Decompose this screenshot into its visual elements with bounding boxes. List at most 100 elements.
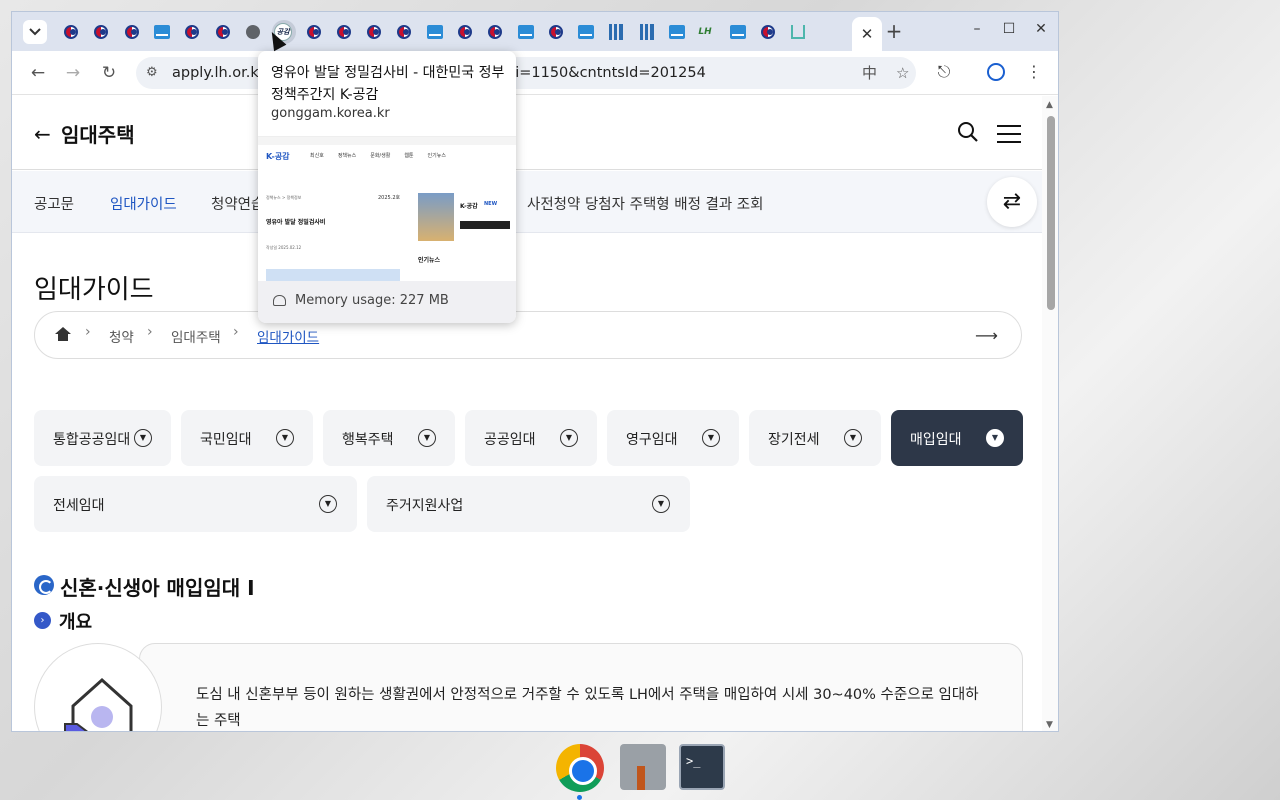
gov-favicon-icon [185, 25, 200, 39]
globe-favicon-icon [245, 25, 260, 39]
category-tab[interactable]: 행복주택 ▼ [323, 410, 455, 466]
tab-18[interactable] [571, 19, 601, 45]
chevron-down-icon: ▼ [844, 429, 862, 447]
tab-1[interactable] [56, 19, 86, 45]
scroll-up-arrow-icon[interactable]: ▲ [1046, 100, 1053, 110]
menu-dots-icon[interactable]: ⋮ [1023, 62, 1045, 81]
maximize-button[interactable]: ☐ [998, 21, 1020, 37]
bars-favicon-icon [609, 24, 624, 40]
chrome-icon[interactable] [556, 744, 604, 792]
breadcrumb-current[interactable]: 임대가이드 [257, 326, 319, 346]
share-icon[interactable]: ⟶ [975, 326, 998, 345]
thumb-nav-item: 정책뉴스 [337, 153, 357, 159]
reload-button[interactable]: ↻ [97, 61, 121, 85]
category-tab[interactable]: 국민임대 ▼ [181, 410, 313, 466]
subsection-title: 개요 [59, 612, 93, 633]
tab-22[interactable]: LH [692, 19, 722, 45]
subnav-announcements[interactable]: 공고문 [34, 193, 74, 214]
back-button[interactable]: ← [26, 61, 50, 85]
page-back-icon[interactable]: ← [34, 122, 51, 146]
active-tab[interactable]: ✕ [852, 17, 882, 51]
terminal-icon[interactable]: >_ [679, 744, 725, 790]
gov-favicon-icon [124, 25, 139, 39]
page-scrollbar[interactable]: ▲ ▼ [1042, 96, 1058, 731]
hovercard-footer: Memory usage: 227 MB [258, 281, 516, 323]
running-indicator [577, 795, 582, 800]
breadcrumb-item[interactable]: 청약 [109, 326, 134, 346]
tab-2[interactable] [86, 19, 116, 45]
tab-hover-card: 영유아 발달 정밀검사비 - 대한민국 정부 정책주간지 K-공감 gongga… [258, 51, 516, 323]
tab-25[interactable] [783, 19, 813, 45]
gov-favicon-icon [488, 25, 503, 39]
minimize-button[interactable]: – [966, 21, 988, 37]
gov-favicon-icon [64, 25, 79, 39]
scroll-down-arrow-icon[interactable]: ▼ [1046, 720, 1053, 730]
category-label: 공공임대 [484, 432, 536, 448]
house-icon [64, 677, 133, 731]
category-tab[interactable]: 공공임대 ▼ [465, 410, 597, 466]
chevron-right-icon: › [85, 324, 91, 340]
category-tab[interactable]: 주거지원사업 ▼ [367, 476, 690, 532]
bookmark-star-icon[interactable]: ☆ [896, 57, 909, 89]
breadcrumb-item[interactable]: 임대주택 [171, 326, 221, 346]
subnav-practice[interactable]: 청약연습 [211, 193, 264, 214]
url-text-end: ni=1150&cntntsId=201254 [506, 65, 706, 81]
subnav-preapply-result[interactable]: 사전청약 당첨자 주택형 배정 결과 조회 [527, 193, 763, 214]
tab-17[interactable] [541, 19, 571, 45]
search-icon[interactable] [957, 121, 979, 143]
tab-3[interactable] [117, 19, 147, 45]
category-tab[interactable]: 통합공공임대 ▼ [34, 410, 171, 466]
chevron-down-icon: ▼ [276, 429, 294, 447]
category-label: 영구임대 [626, 432, 678, 448]
chevron-down-icon: ▼ [319, 495, 337, 513]
forward-button[interactable]: → [61, 61, 85, 85]
category-tab[interactable]: 장기전세 ▼ [749, 410, 881, 466]
scrollbar-thumb[interactable] [1047, 116, 1055, 310]
tab-24[interactable] [753, 19, 783, 45]
extensions-icon[interactable]: ⎋ [933, 62, 955, 82]
tab-23[interactable] [723, 19, 753, 45]
tab-6[interactable] [207, 19, 237, 45]
new-tab-button[interactable]: + [882, 20, 906, 44]
category-tab-selected[interactable]: 매입임대 ▼ [891, 410, 1023, 466]
thumb-nav-item: 웹툰 [404, 153, 414, 159]
thumb-badge-new: NEW [484, 201, 498, 207]
chevron-down-icon: ▼ [986, 429, 1004, 447]
subnav-rental-guide[interactable]: 임대가이드 [110, 193, 177, 214]
browser-toolbar: ← → ↻ ⚙ apply.lh.or.k ni=1150&cntntsId=2… [12, 51, 1058, 95]
tab-21[interactable] [662, 19, 692, 45]
profile-icon[interactable] [987, 63, 1009, 81]
category-label: 국민임대 [200, 432, 252, 448]
subnav-toggle-icon[interactable]: ⇄ [987, 177, 1037, 227]
tab-16[interactable] [510, 19, 540, 45]
thumb-date: 2025.2호 [378, 195, 401, 201]
mail-app-icon[interactable] [620, 744, 666, 790]
close-tab-icon[interactable]: ✕ [861, 25, 874, 43]
tab-15[interactable] [480, 19, 510, 45]
tab-search-button[interactable] [23, 20, 47, 44]
gov-favicon-icon [458, 25, 472, 39]
site-info-icon[interactable]: ⚙ [146, 57, 158, 89]
tab-7[interactable] [238, 19, 268, 45]
hovercard-title: 영유아 발달 정밀검사비 - 대한민국 정부 정책주간지 K-공감 [271, 65, 505, 103]
category-tab[interactable]: 전세임대 ▼ [34, 476, 357, 532]
close-window-button[interactable]: ✕ [1030, 21, 1052, 37]
tab-11[interactable] [359, 19, 389, 45]
tab-19[interactable] [601, 19, 631, 45]
translate-icon[interactable]: 中 [862, 57, 877, 89]
tab-13[interactable] [420, 19, 450, 45]
tab-14[interactable] [450, 19, 480, 45]
home-icon[interactable] [55, 327, 71, 341]
tab-4[interactable] [147, 19, 177, 45]
tab-5[interactable] [177, 19, 207, 45]
address-bar[interactable]: ⚙ apply.lh.or.k ni=1150&cntntsId=201254 … [136, 57, 916, 89]
category-tab[interactable]: 영구임대 ▼ [607, 410, 739, 466]
tab-20[interactable] [632, 19, 662, 45]
tab-10[interactable] [329, 19, 359, 45]
browser-window: 공감 LH ✕ + – ☐ ✕ ← → ↻ ⚙ apply.lh.or.k ni=… [11, 11, 1059, 732]
tab-list: 공감 LH [56, 19, 813, 45]
description-box: 도심 내 신혼부부 등이 원하는 생활권에서 안정적으로 거주할 수 있도록 L… [139, 643, 1023, 731]
tab-12[interactable] [389, 19, 419, 45]
tab-9[interactable] [298, 19, 328, 45]
hamburger-menu-icon[interactable] [997, 125, 1021, 143]
